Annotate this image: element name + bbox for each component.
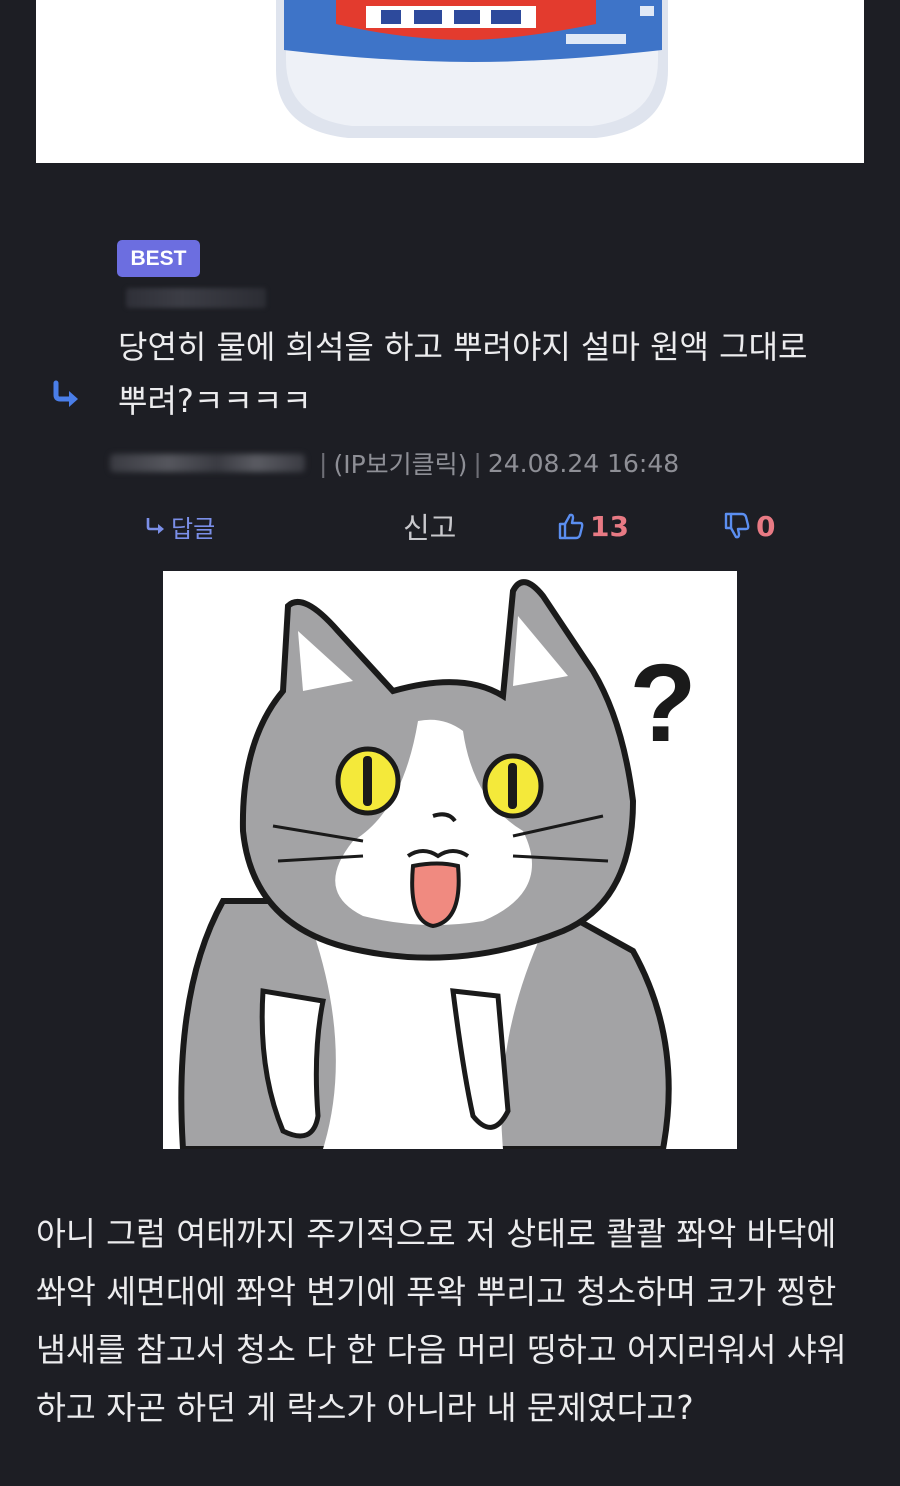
best-badge: BEST [117, 240, 200, 277]
thumbs-up-icon [558, 513, 584, 540]
dislike-count: 0 [756, 509, 776, 543]
ip-view-link[interactable]: (IP보기클릭) [333, 445, 467, 481]
reply-small-arrow-icon [146, 518, 164, 534]
thumbs-down-icon [724, 512, 750, 539]
question-mark: ? [629, 642, 696, 765]
blurred-author [110, 454, 305, 472]
report-label: 신고 [403, 511, 457, 545]
dislike-button[interactable]: 0 [722, 503, 775, 549]
like-count: 13 [590, 509, 629, 543]
body-text: 아니 그럼 여태까지 주기적으로 저 상태로 콸콸 쫘악 바닥에 쏴악 세면대에… [36, 1215, 847, 1427]
meta-separator: | [473, 448, 482, 478]
meta-separator: | [319, 448, 328, 478]
like-button[interactable]: 13 [556, 503, 629, 549]
bleach-bottle-image [36, 0, 864, 163]
blurred-nickname [126, 288, 266, 308]
comment-timestamp: 24.08.24 16:48 [487, 448, 680, 478]
reply-arrow-icon [53, 380, 78, 407]
best-comment-text: 당연히 물에 희석을 하고 뿌려야지 설마 원액 그대로 뿌려?ㅋㅋㅋㅋ [118, 328, 808, 420]
comment-actions: 답글 신고 13 0 [0, 503, 900, 549]
reply-button[interactable]: 답글 [145, 503, 215, 549]
report-button[interactable]: 신고 [403, 503, 456, 549]
comment-meta: | (IP보기클릭) | 24.08.24 16:48 [110, 445, 679, 481]
reply-label: 답글 [171, 514, 216, 543]
page: BEST 당연히 물에 희석을 하고 뿌려야지 설마 원액 그대로 뿌려?ㅋㅋㅋ… [0, 0, 900, 1486]
confused-cat-image: ? [163, 571, 737, 1149]
